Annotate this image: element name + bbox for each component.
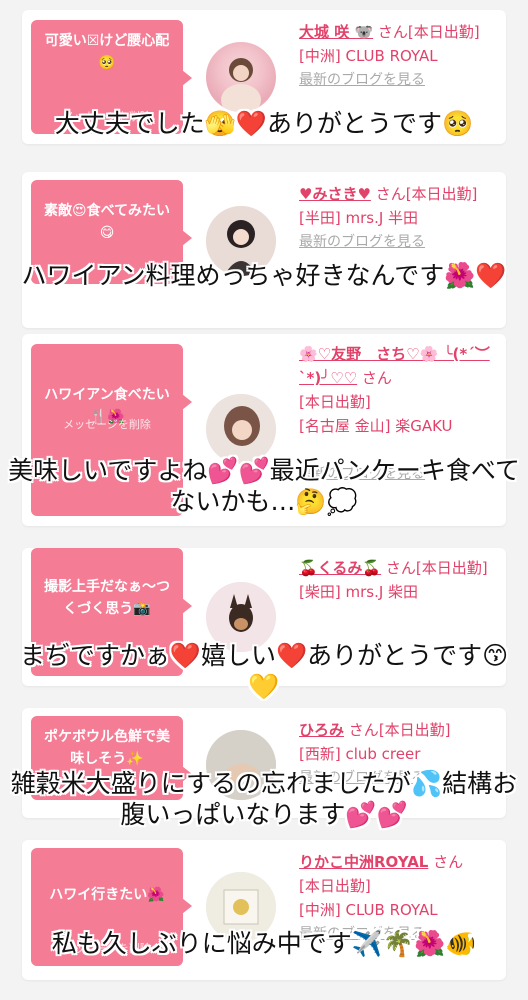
cast-info: 大城 咲 🐨 さん[本日出勤] [中洲] CLUB ROYAL 最新のブログを見… xyxy=(299,20,500,92)
cast-info: ひろみ さん[本日出勤] [西新] club creer 最新のブログを見る xyxy=(299,718,500,790)
status-text: [本日出勤] xyxy=(299,877,371,895)
honorific: さん xyxy=(375,185,406,203)
honorific: さん xyxy=(433,853,464,871)
cast-name-link[interactable]: 🌸♡友野 さち♡🌸 ╰(*´︶`*)╯♡♡ xyxy=(299,345,490,387)
honorific: さん xyxy=(385,559,416,577)
message-card: 素敵😍食べてみたい😋 ♥みさき♥ さん[本日出勤] [半田] mrs.J 半田 … xyxy=(22,172,506,328)
avatar[interactable] xyxy=(206,394,276,464)
message-bubble[interactable]: ハワイ行きたい🌺 メッセージを削除 xyxy=(31,848,192,966)
blog-link[interactable]: 最新のブログを見る xyxy=(299,68,500,92)
avatar[interactable] xyxy=(206,42,276,112)
status-text: [本日出勤] xyxy=(415,559,488,577)
hand-portrait-icon xyxy=(206,730,276,800)
honorific: さん xyxy=(377,23,408,41)
blog-link[interactable]: 最新のブログを見る xyxy=(299,766,500,790)
message-text: 撮影上手だなぁ〜つくづく思う📸 xyxy=(44,579,170,617)
status-text: [本日出勤] xyxy=(299,393,371,411)
status-text: [本日出勤] xyxy=(405,185,478,203)
cast-info: 🌸♡友野 さち♡🌸 ╰(*´︶`*)╯♡♡ さん [本日出勤] [名古屋 金山]… xyxy=(299,342,500,486)
avatar[interactable] xyxy=(206,872,276,942)
store-name: [名古屋 金山] 楽GAKU xyxy=(299,417,453,435)
cast-info: 🍒くるみ🍒 さん[本日出勤] [柴田] mrs.J 柴田 xyxy=(299,556,500,604)
cast-name-link[interactable]: ひろみ xyxy=(299,721,344,739)
message-text: ポケボウル色鮮で美味しそう✨ xyxy=(44,729,170,767)
message-card: 撮影上手だなぁ〜つくづく思う📸 🍒くるみ🍒 さん[本日出勤] [柴田] mrs.… xyxy=(22,548,506,686)
delete-message-link[interactable]: メッセージを削除 xyxy=(31,938,183,960)
cast-name-link[interactable]: 大城 咲 🐨 xyxy=(299,23,373,41)
message-bubble[interactable]: 可愛い☒けど腰心配🥺 メッセージを削除 xyxy=(31,20,192,134)
cherry-blossom-portrait-icon xyxy=(221,58,261,112)
puppy-portrait-icon xyxy=(206,582,276,652)
avatar[interactable] xyxy=(206,582,276,652)
status-text: [本日出勤] xyxy=(407,23,480,41)
message-bubble[interactable]: ポケボウル色鮮で美味しそう✨ xyxy=(31,716,192,800)
cast-info: ♥みさき♥ さん[本日出勤] [半田] mrs.J 半田 最新のブログを見る xyxy=(299,182,500,254)
avatar[interactable] xyxy=(206,206,276,276)
store-name: [半田] mrs.J 半田 xyxy=(299,209,419,227)
message-text: 可愛い☒けど腰心配🥺 xyxy=(44,33,170,71)
honorific: さん xyxy=(348,721,379,739)
status-text: [本日出勤] xyxy=(378,721,451,739)
message-bubble[interactable]: ハワイアン食べたい🍴🌺 メッセージを削除 xyxy=(31,344,192,516)
cast-info: りかこ中洲ROYAL さん [本日出勤] [中洲] CLUB ROYAL 最新の… xyxy=(299,850,500,946)
girl-portrait-icon xyxy=(206,206,276,276)
message-bubble[interactable]: 素敵😍食べてみたい😋 xyxy=(31,180,192,284)
store-name: [中洲] CLUB ROYAL xyxy=(299,901,438,919)
message-card: 可愛い☒けど腰心配🥺 メッセージを削除 大城 咲 🐨 さん[本日出勤] [中洲]… xyxy=(22,10,506,144)
message-text: 素敵😍食べてみたい😋 xyxy=(43,203,171,241)
message-text: ハワイ行きたい🌺 xyxy=(49,887,165,903)
delete-message-link[interactable]: メッセージを削除 xyxy=(31,106,183,128)
message-bubble[interactable]: 撮影上手だなぁ〜つくづく思う📸 xyxy=(31,548,192,676)
cast-name-link[interactable]: りかこ中洲ROYAL xyxy=(299,853,428,871)
store-name: [西新] club creer xyxy=(299,745,421,763)
blog-link[interactable]: 最新のブログを見る xyxy=(299,462,500,486)
message-card: ハワイアン食べたい🍴🌺 メッセージを削除 🌸♡友野 さち♡🌸 ╰(*´︶`*)╯… xyxy=(22,334,506,526)
photo-portrait-icon xyxy=(206,872,276,942)
woman-portrait-icon xyxy=(206,394,276,464)
blog-link[interactable]: 最新のブログを見る xyxy=(299,230,500,254)
avatar[interactable] xyxy=(206,730,276,800)
message-card: ポケボウル色鮮で美味しそう✨ ひろみ さん[本日出勤] [西新] club cr… xyxy=(22,708,506,818)
cast-name-link[interactable]: 🍒くるみ🍒 xyxy=(299,559,381,577)
blog-link[interactable]: 最新のブログを見る xyxy=(299,922,500,946)
cast-name-link[interactable]: ♥みさき♥ xyxy=(299,185,371,203)
message-card: ハワイ行きたい🌺 メッセージを削除 りかこ中洲ROYAL さん [本日出勤] [… xyxy=(22,840,506,980)
honorific: さん xyxy=(361,369,392,387)
store-name: [柴田] mrs.J 柴田 xyxy=(299,583,419,601)
delete-message-link[interactable]: メッセージを削除 xyxy=(31,414,183,436)
store-name: [中洲] CLUB ROYAL xyxy=(299,47,438,65)
